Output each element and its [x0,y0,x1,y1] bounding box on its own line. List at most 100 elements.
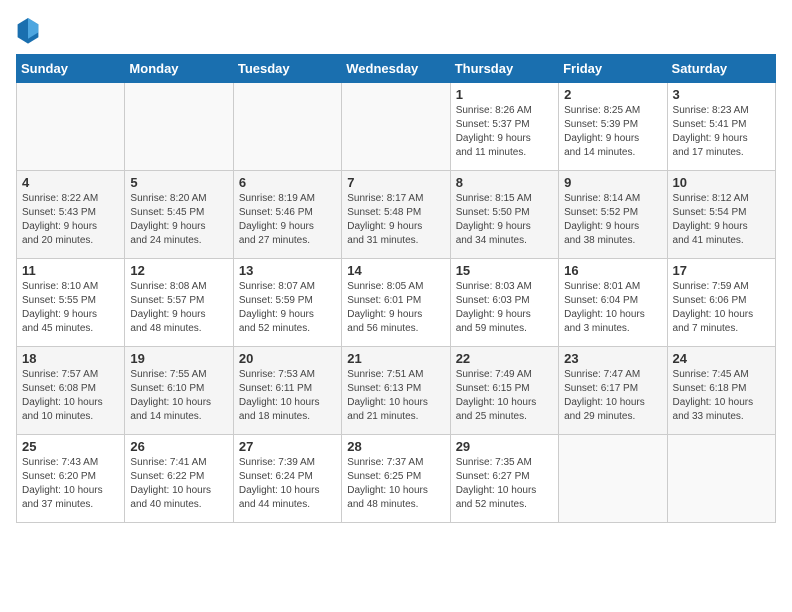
day-cell [667,435,775,523]
day-number: 14 [347,263,444,278]
day-info: Sunrise: 7:49 AM Sunset: 6:15 PM Dayligh… [456,368,553,424]
day-number: 6 [239,175,336,190]
day-cell: 14Sunrise: 8:05 AM Sunset: 6:01 PM Dayli… [342,259,450,347]
day-number: 22 [456,351,553,366]
day-cell: 24Sunrise: 7:45 AM Sunset: 6:18 PM Dayli… [667,347,775,435]
day-info: Sunrise: 7:43 AM Sunset: 6:20 PM Dayligh… [22,456,119,512]
day-cell: 27 Sunrise: 7:39 AM Sunset: 6:24 PM Dayli… [233,435,341,523]
day-number: 7 [347,175,444,190]
calendar-table: SundayMondayTuesdayWednesdayThursdayFrid… [16,54,776,523]
day-info: Sunrise: 8:19 AM Sunset: 5:46 PM Dayligh… [239,192,336,248]
day-number: 25 [22,439,119,454]
day-cell: 11 Sunrise: 8:10 AM Sunset: 5:55 PM Dayli… [17,259,125,347]
day-info: Sunrise: 8:23 AM Sunset: 5:41 PM Dayligh… [673,104,770,160]
day-number: 11 [22,263,119,278]
day-info: Sunrise: 8:01 AM Sunset: 6:04 PM Dayligh… [564,280,661,336]
day-info: Sunrise: 7:51 AM Sunset: 6:13 PM Dayligh… [347,368,444,424]
day-info: Sunrise: 7:47 AM Sunset: 6:17 PM Dayligh… [564,368,661,424]
day-number: 10 [673,175,770,190]
logo-icon [16,16,40,44]
day-header-saturday: Saturday [667,55,775,83]
day-header-sunday: Sunday [17,55,125,83]
day-cell: 21 Sunrise: 7:51 AM Sunset: 6:13 PM Dayli… [342,347,450,435]
week-row-4: 18 Sunrise: 7:57 AM Sunset: 6:08 PM Dayli… [17,347,776,435]
day-cell: 25 Sunrise: 7:43 AM Sunset: 6:20 PM Dayli… [17,435,125,523]
day-number: 26 [130,439,227,454]
day-info: Sunrise: 7:35 AM Sunset: 6:27 PM Dayligh… [456,456,553,512]
day-number: 16 [564,263,661,278]
day-cell [559,435,667,523]
week-row-3: 11 Sunrise: 8:10 AM Sunset: 5:55 PM Dayli… [17,259,776,347]
day-cell [17,83,125,171]
day-info: Sunrise: 7:55 AM Sunset: 6:10 PM Dayligh… [130,368,227,424]
day-number: 23 [564,351,661,366]
day-header-thursday: Thursday [450,55,558,83]
day-number: 5 [130,175,227,190]
page-header [16,16,776,44]
day-info: Sunrise: 7:59 AM Sunset: 6:06 PM Dayligh… [673,280,770,336]
day-number: 4 [22,175,119,190]
day-cell: 5 Sunrise: 8:20 AM Sunset: 5:45 PM Daylig… [125,171,233,259]
day-number: 2 [564,87,661,102]
day-info: Sunrise: 8:12 AM Sunset: 5:54 PM Dayligh… [673,192,770,248]
day-info: Sunrise: 8:22 AM Sunset: 5:43 PM Dayligh… [22,192,119,248]
week-row-5: 25 Sunrise: 7:43 AM Sunset: 6:20 PM Dayli… [17,435,776,523]
logo [16,16,44,44]
day-info: Sunrise: 8:08 AM Sunset: 5:57 PM Dayligh… [130,280,227,336]
day-info: Sunrise: 7:41 AM Sunset: 6:22 PM Dayligh… [130,456,227,512]
day-cell: 10 Sunrise: 8:12 AM Sunset: 5:54 PM Dayli… [667,171,775,259]
day-info: Sunrise: 7:53 AM Sunset: 6:11 PM Dayligh… [239,368,336,424]
header-row: SundayMondayTuesdayWednesdayThursdayFrid… [17,55,776,83]
day-cell: 13 Sunrise: 8:07 AM Sunset: 5:59 PM Dayli… [233,259,341,347]
day-number: 20 [239,351,336,366]
day-cell [233,83,341,171]
day-number: 3 [673,87,770,102]
day-number: 21 [347,351,444,366]
day-info: Sunrise: 8:14 AM Sunset: 5:52 PM Dayligh… [564,192,661,248]
day-number: 19 [130,351,227,366]
day-cell: 16 Sunrise: 8:01 AM Sunset: 6:04 PM Dayli… [559,259,667,347]
day-info: Sunrise: 7:37 AM Sunset: 6:25 PM Dayligh… [347,456,444,512]
day-info: Sunrise: 8:26 AM Sunset: 5:37 PM Dayligh… [456,104,553,160]
day-cell: 3 Sunrise: 8:23 AM Sunset: 5:41 PM Daylig… [667,83,775,171]
week-row-1: 1 Sunrise: 8:26 AM Sunset: 5:37 PM Daylig… [17,83,776,171]
day-cell: 23 Sunrise: 7:47 AM Sunset: 6:17 PM Dayli… [559,347,667,435]
day-cell: 22 Sunrise: 7:49 AM Sunset: 6:15 PM Dayli… [450,347,558,435]
calendar-header: SundayMondayTuesdayWednesdayThursdayFrid… [17,55,776,83]
day-cell [125,83,233,171]
day-info: Sunrise: 8:25 AM Sunset: 5:39 PM Dayligh… [564,104,661,160]
day-cell: 9Sunrise: 8:14 AM Sunset: 5:52 PM Daylig… [559,171,667,259]
day-number: 17 [673,263,770,278]
day-number: 1 [456,87,553,102]
day-cell: 15Sunrise: 8:03 AM Sunset: 6:03 PM Dayli… [450,259,558,347]
week-row-2: 4 Sunrise: 8:22 AM Sunset: 5:43 PM Daylig… [17,171,776,259]
day-cell: 8Sunrise: 8:15 AM Sunset: 5:50 PM Daylig… [450,171,558,259]
day-info: Sunrise: 8:17 AM Sunset: 5:48 PM Dayligh… [347,192,444,248]
day-cell: 26 Sunrise: 7:41 AM Sunset: 6:22 PM Dayli… [125,435,233,523]
day-number: 27 [239,439,336,454]
day-cell: 4 Sunrise: 8:22 AM Sunset: 5:43 PM Daylig… [17,171,125,259]
day-info: Sunrise: 8:03 AM Sunset: 6:03 PM Dayligh… [456,280,553,336]
day-number: 13 [239,263,336,278]
day-cell: 18 Sunrise: 7:57 AM Sunset: 6:08 PM Dayli… [17,347,125,435]
day-info: Sunrise: 8:20 AM Sunset: 5:45 PM Dayligh… [130,192,227,248]
day-number: 18 [22,351,119,366]
day-cell: 29 Sunrise: 7:35 AM Sunset: 6:27 PM Dayli… [450,435,558,523]
day-number: 24 [673,351,770,366]
day-info: Sunrise: 8:10 AM Sunset: 5:55 PM Dayligh… [22,280,119,336]
day-number: 29 [456,439,553,454]
day-info: Sunrise: 7:39 AM Sunset: 6:24 PM Dayligh… [239,456,336,512]
day-cell: 7 Sunrise: 8:17 AM Sunset: 5:48 PM Daylig… [342,171,450,259]
day-cell: 1 Sunrise: 8:26 AM Sunset: 5:37 PM Daylig… [450,83,558,171]
day-header-wednesday: Wednesday [342,55,450,83]
day-cell [342,83,450,171]
day-cell: 20 Sunrise: 7:53 AM Sunset: 6:11 PM Dayli… [233,347,341,435]
day-info: Sunrise: 7:57 AM Sunset: 6:08 PM Dayligh… [22,368,119,424]
calendar-body: 1 Sunrise: 8:26 AM Sunset: 5:37 PM Daylig… [17,83,776,523]
day-number: 28 [347,439,444,454]
day-cell: 17 Sunrise: 7:59 AM Sunset: 6:06 PM Dayli… [667,259,775,347]
day-number: 12 [130,263,227,278]
day-info: Sunrise: 8:07 AM Sunset: 5:59 PM Dayligh… [239,280,336,336]
day-header-tuesday: Tuesday [233,55,341,83]
day-number: 8 [456,175,553,190]
